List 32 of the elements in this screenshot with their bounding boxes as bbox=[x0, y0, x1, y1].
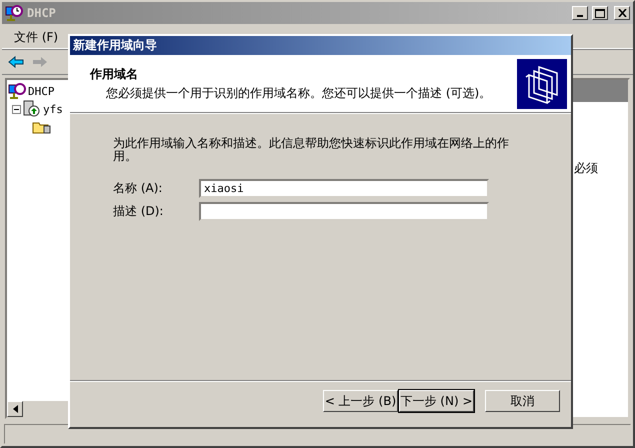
field-label: 名称 (A): bbox=[113, 180, 164, 197]
collapse-icon[interactable] bbox=[12, 104, 21, 114]
back-arrow-icon[interactable] bbox=[8, 56, 24, 68]
menu-item[interactable]: 文件 (F) bbox=[8, 28, 64, 46]
tree-item[interactable]: yfs bbox=[43, 102, 63, 116]
text-field[interactable]: xiaosi bbox=[199, 179, 489, 198]
dhcp-icon bbox=[8, 83, 26, 99]
server-icon[interactable] bbox=[23, 100, 41, 118]
folder-icon[interactable] bbox=[32, 120, 52, 134]
scroll-left-button[interactable] bbox=[7, 401, 23, 417]
dhcp-icon bbox=[5, 4, 23, 22]
folders-icon bbox=[517, 58, 567, 108]
text-field[interactable] bbox=[199, 202, 489, 221]
page-heading: 作用域名 bbox=[90, 66, 139, 82]
maximize-icon bbox=[595, 8, 605, 18]
window-title: DHCP bbox=[27, 6, 56, 20]
maximize-button[interactable] bbox=[592, 6, 608, 20]
pane-text: 必须 bbox=[574, 161, 598, 175]
close-icon bbox=[618, 9, 626, 17]
dialog-title: 新建作用域向导 bbox=[70, 36, 571, 55]
wizard-button[interactable]: < 上一步 (B) bbox=[323, 390, 398, 412]
tree-item[interactable]: DHCP bbox=[28, 84, 54, 98]
minimize-button[interactable] bbox=[572, 6, 588, 20]
minimize-icon bbox=[577, 15, 583, 17]
close-button[interactable] bbox=[614, 6, 630, 20]
field-label: 描述 (D): bbox=[113, 203, 164, 220]
page-description: 您必须提供一个用于识别的作用域名称。您还可以提供一个描述 (可选)。 bbox=[105, 84, 492, 102]
wizard-button[interactable]: 取消 bbox=[485, 390, 560, 412]
instruction-text: 为此作用域输入名称和描述。此信息帮助您快速标识此作用域在网络上的作用。 bbox=[113, 137, 510, 163]
left-arrow-icon bbox=[12, 405, 18, 413]
wizard-button[interactable]: 下一步 (N) > bbox=[399, 390, 474, 412]
forward-arrow-icon bbox=[32, 56, 48, 68]
